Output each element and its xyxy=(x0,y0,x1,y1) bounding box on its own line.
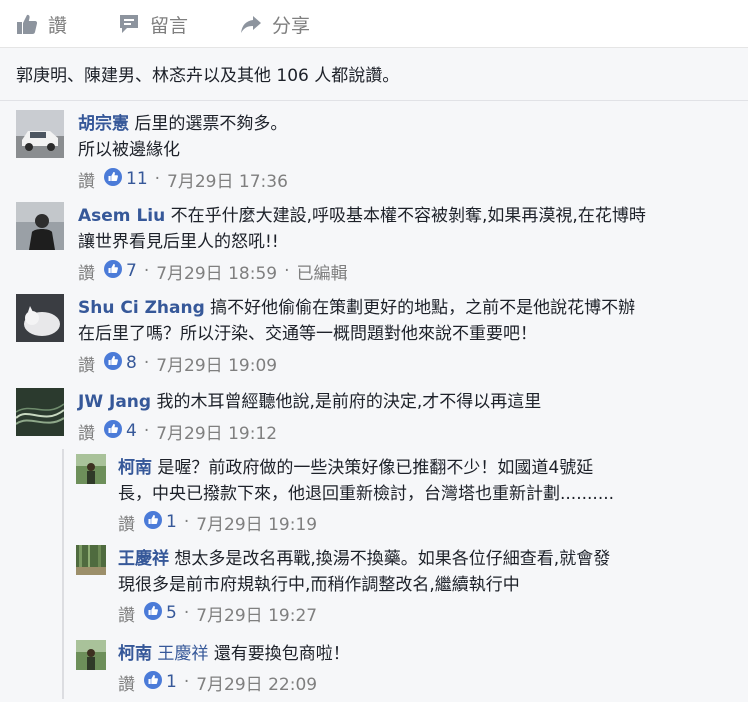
comment-action-label: 留言 xyxy=(150,14,189,37)
comment-text: 我的木耳曾經聽他說,是前府的決定,才不得以再這里 xyxy=(156,392,542,412)
comment-body: Asem Liu 不在乎什麼大建設,呼吸基本權不容被剝奪,如果再漠視,在花博時 … xyxy=(78,203,738,255)
speech-bubble-icon xyxy=(118,13,140,35)
post-action-bar: 讚 留言 分享 xyxy=(0,0,748,48)
reaction-number: 1 xyxy=(166,672,177,692)
comment-text: 想太多是改名再戰,換湯不換藥。如果各位仔細查看,就會發 xyxy=(174,549,611,569)
comment-body: 柯南 王慶祥 還有要換包商啦！ xyxy=(118,641,728,667)
comment-timestamp[interactable]: 7月29日 19:12 xyxy=(156,419,277,444)
reaction-number: 1 xyxy=(166,512,177,532)
comment-meta: 讚 11 · 7月29日 17:36 xyxy=(78,166,288,192)
comment: Shu Ci Zhang 搞不好他偷偷在策劃更好的地點，之前不是他說花博不辦 在… xyxy=(16,294,736,378)
comment-author[interactable]: 柯南 xyxy=(118,644,152,664)
share-arrow-icon xyxy=(240,13,262,35)
reaction-count[interactable]: 11 xyxy=(104,167,148,191)
mention-link[interactable]: 王慶祥 xyxy=(157,644,208,664)
comment-timestamp[interactable]: 7月29日 19:27 xyxy=(196,601,317,626)
like-link[interactable]: 讚 xyxy=(118,670,135,695)
comment-author[interactable]: JW Jang xyxy=(78,392,151,412)
reaction-count[interactable]: 8 xyxy=(104,351,137,375)
comment-body: 王慶祥 想太多是改名再戰,換湯不換藥。如果各位仔細查看,就會發 現很多是前市府規… xyxy=(118,546,728,598)
avatar[interactable] xyxy=(16,202,64,250)
reply: 柯南 王慶祥 還有要換包商啦！ 讚 1 · 7月29日 22:09 xyxy=(76,640,740,700)
comment-body: 胡宗憲 后里的選票不夠多。 所以被邊緣化 xyxy=(78,111,728,163)
comment-text-line2: 現很多是前市府規執行中,而稍作調整改名,繼續執行中 xyxy=(118,575,520,595)
comment-timestamp[interactable]: 7月29日 18:59 xyxy=(156,259,277,284)
comment: 胡宗憲 后里的選票不夠多。 所以被邊緣化 讚 11 · 7月29日 17:36 xyxy=(16,110,736,194)
comment-meta: 讚 4 · 7月29日 19:12 xyxy=(78,418,277,444)
reply-thread-line xyxy=(62,449,64,699)
share-action-label: 分享 xyxy=(272,14,311,37)
avatar[interactable] xyxy=(76,640,106,670)
reaction-count[interactable]: 1 xyxy=(144,510,177,534)
like-reaction-icon xyxy=(144,670,166,694)
edited-link[interactable]: 已編輯 xyxy=(296,259,347,284)
reaction-number: 7 xyxy=(126,261,137,281)
like-reaction-icon xyxy=(104,419,126,443)
like-reaction-icon xyxy=(104,259,126,283)
comment-author[interactable]: Shu Ci Zhang xyxy=(78,298,205,318)
comment-timestamp[interactable]: 7月29日 19:19 xyxy=(196,510,317,535)
comment-meta: 讚 8 · 7月29日 19:09 xyxy=(78,350,277,376)
comment-meta: 讚 7 · 7月29日 18:59 · 已編輯 xyxy=(78,258,347,284)
reply: 王慶祥 想太多是改名再戰,換湯不換藥。如果各位仔細查看,就會發 現很多是前市府規… xyxy=(76,545,740,629)
like-reaction-icon xyxy=(104,167,126,191)
comment-timestamp[interactable]: 7月29日 22:09 xyxy=(196,670,317,695)
comment: Asem Liu 不在乎什麼大建設,呼吸基本權不容被剝奪,如果再漠視,在花博時 … xyxy=(16,202,736,288)
facebook-post-comments: 讚 留言 分享 郭庚明、陳建男、林忞卉以及其他 106 人都說讚。 胡宗憲 后里… xyxy=(0,0,748,702)
comment-body: JW Jang 我的木耳曾經聽他說,是前府的決定,才不得以再這里 xyxy=(78,389,728,415)
comment-timestamp[interactable]: 7月29日 17:36 xyxy=(167,167,288,192)
comment-text-line2: 在后里了嗎？所以汙染、交通等一概問題對他來說不重要吧！ xyxy=(78,324,537,344)
comment-timestamp[interactable]: 7月29日 19:09 xyxy=(156,351,277,376)
reaction-number: 8 xyxy=(126,353,137,373)
like-link[interactable]: 讚 xyxy=(118,510,135,535)
like-reaction-icon xyxy=(144,510,166,534)
avatar[interactable] xyxy=(76,454,106,484)
like-reaction-icon xyxy=(144,601,166,625)
comment-author[interactable]: 王慶祥 xyxy=(118,549,169,569)
reaction-number: 11 xyxy=(126,169,148,189)
thumbs-up-icon xyxy=(16,13,38,35)
comment-author[interactable]: Asem Liu xyxy=(78,206,165,226)
avatar[interactable] xyxy=(16,294,64,342)
comment-body: Shu Ci Zhang 搞不好他偷偷在策劃更好的地點，之前不是他說花博不辦 在… xyxy=(78,295,728,347)
reaction-number: 5 xyxy=(166,603,177,623)
like-action-button[interactable]: 讚 xyxy=(16,10,67,38)
likes-summary-text[interactable]: 郭庚明、陳建男、林忞卉以及其他 106 人都說讚。 xyxy=(16,61,399,86)
like-link[interactable]: 讚 xyxy=(78,351,95,376)
comment-author[interactable]: 柯南 xyxy=(118,458,152,478)
comment-text: 后里的選票不夠多。 xyxy=(134,114,288,134)
comment-text-line2: 讓世界看見后里人的怒吼!! xyxy=(78,232,279,252)
comment-text: 是喔？前政府做的一些決策好像已推翻不少！如國道4號延 xyxy=(157,458,594,478)
reaction-count[interactable]: 4 xyxy=(104,419,137,443)
comment-action-button[interactable]: 留言 xyxy=(118,10,188,38)
comment-meta: 讚 1 · 7月29日 19:19 xyxy=(118,509,317,535)
like-link[interactable]: 讚 xyxy=(78,167,95,192)
comment-text: 不在乎什麼大建設,呼吸基本權不容被剝奪,如果再漠視,在花博時 xyxy=(170,206,646,226)
comment-text: 搞不好他偷偷在策劃更好的地點，之前不是他說花博不辦 xyxy=(210,298,636,318)
like-action-label: 讚 xyxy=(48,14,68,37)
like-link[interactable]: 讚 xyxy=(78,259,95,284)
like-link[interactable]: 讚 xyxy=(78,419,95,444)
reaction-number: 4 xyxy=(126,421,137,441)
reply: 柯南 是喔？前政府做的一些決策好像已推翻不少！如國道4號延 長，中央已撥款下來，… xyxy=(76,454,740,538)
like-link[interactable]: 讚 xyxy=(118,601,135,626)
avatar[interactable] xyxy=(16,388,64,436)
comment-meta: 讚 5 · 7月29日 19:27 xyxy=(118,600,317,626)
reaction-count[interactable]: 7 xyxy=(104,259,137,283)
avatar[interactable] xyxy=(16,110,64,158)
reaction-count[interactable]: 5 xyxy=(144,601,177,625)
comment-text-line2: 長，中央已撥款下來，他退回重新檢討，台灣塔也重新計劃.......... xyxy=(118,484,615,504)
avatar[interactable] xyxy=(76,545,106,575)
like-reaction-icon xyxy=(104,351,126,375)
comment-text-line2: 所以被邊緣化 xyxy=(78,140,180,160)
comment-body: 柯南 是喔？前政府做的一些決策好像已推翻不少！如國道4號延 長，中央已撥款下來，… xyxy=(118,455,728,507)
comment-author[interactable]: 胡宗憲 xyxy=(78,114,129,134)
comment-text: 還有要換包商啦！ xyxy=(213,644,350,664)
likes-summary[interactable]: 郭庚明、陳建男、林忞卉以及其他 106 人都說讚。 xyxy=(0,48,748,101)
reaction-count[interactable]: 1 xyxy=(144,670,177,694)
comment-meta: 讚 1 · 7月29日 22:09 xyxy=(118,669,317,695)
share-action-button[interactable]: 分享 xyxy=(240,10,310,38)
comment: JW Jang 我的木耳曾經聽他說,是前府的決定,才不得以再這里 讚 4 · 7… xyxy=(16,388,736,446)
